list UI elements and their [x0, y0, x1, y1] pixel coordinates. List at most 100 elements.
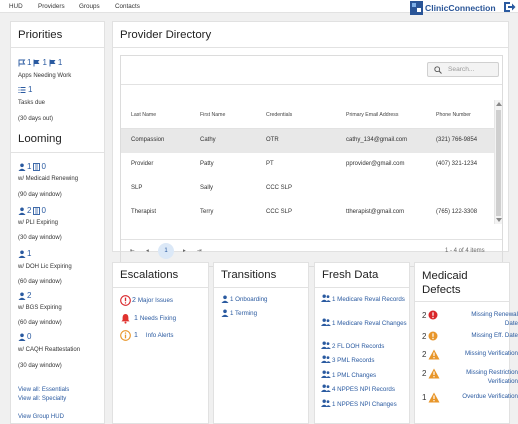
fresh-nppes-npi-records[interactable]: 4 NPPES NPI Records: [321, 384, 395, 394]
nav-providers[interactable]: Providers: [38, 3, 65, 10]
exclamation-circle-icon: [120, 295, 131, 306]
fresh-medicare-reval-records[interactable]: 1 Medicare Reval Records: [321, 294, 405, 304]
escalation-needs-fixing[interactable]: 1 Needs Fixing: [120, 313, 176, 324]
defect-missing-renewal-date[interactable]: 2 Missing Renewal Date: [422, 308, 518, 328]
nav-contacts[interactable]: Contacts: [115, 3, 140, 10]
user-icon: [18, 333, 26, 341]
doh-lic-expiring-counts[interactable]: 1: [18, 249, 31, 258]
table-row[interactable]: Compassion Cathy OTR cathy_134@gmail.com…: [121, 129, 502, 153]
flag-filled-icon: [34, 59, 40, 66]
group-count: 0: [41, 162, 46, 171]
scroll-thumb[interactable]: [496, 110, 501, 216]
search-box[interactable]: Search...: [427, 62, 499, 77]
defect-count: 2: [422, 332, 427, 341]
major-issues-count: 2: [132, 297, 136, 304]
brand-logo[interactable]: ClinicConnection: [410, 0, 496, 15]
cell-phone: (321) 766-9854: [436, 137, 478, 143]
user-icon: [18, 292, 26, 300]
next-page-icon[interactable]: ▸: [183, 248, 186, 254]
looming-title: Looming: [18, 133, 62, 145]
tasks-count-row[interactable]: 1: [18, 85, 32, 94]
transition-onboarding[interactable]: 1 Onboarding: [221, 295, 268, 303]
table-row[interactable]: Therapist Terry CCC SLP ttherapist@gmail…: [121, 201, 502, 225]
view-all-specialty-link[interactable]: View all: Specialty: [18, 396, 66, 402]
pager-info: 1 - 4 of 4 items: [445, 248, 485, 254]
bell-icon: [121, 314, 130, 324]
current-page[interactable]: 1: [158, 243, 174, 259]
column-header-last-name[interactable]: Last Name: [131, 112, 156, 118]
last-page-icon[interactable]: ⇥: [197, 248, 202, 254]
fresh-data-title: Fresh Data: [322, 269, 379, 281]
cell-last-name: Provider: [131, 161, 154, 167]
cell-first-name: Patty: [200, 161, 214, 167]
defect-count: 1: [422, 393, 427, 402]
top-nav: HUD Providers Groups Contacts ClinicConn…: [0, 0, 518, 15]
brand-name: ClinicConnection: [425, 2, 496, 13]
fresh-pml-records[interactable]: 3 PML Records: [321, 355, 374, 365]
major-issues-label: Major Issues: [137, 297, 173, 304]
table-row[interactable]: SLP Sally CCC SLP: [121, 177, 502, 201]
escalation-info-alerts[interactable]: 1 Info Alerts: [120, 330, 173, 341]
view-all-essentials-link[interactable]: View all: Essentials: [18, 387, 69, 393]
provider-grid: Search... Last Name First Name Credentia…: [120, 55, 503, 267]
fresh-medicare-reval-changes[interactable]: 1 Medicare Reval Changes: [321, 318, 407, 328]
search-input[interactable]: Search...: [448, 66, 474, 73]
logout-icon[interactable]: [503, 1, 516, 13]
scroll-up-icon[interactable]: [496, 102, 502, 106]
building-icon: [33, 206, 41, 215]
fresh-item-label: 1 NPPES NPI Changes: [332, 401, 397, 408]
defect-count: 2: [422, 311, 427, 320]
defect-missing-verification[interactable]: 2 Missing Verification: [422, 347, 518, 367]
defect-missing-restriction-verification[interactable]: 2 Missing Restriction Verification: [422, 366, 518, 386]
defect-count: 2: [422, 350, 427, 359]
first-page-icon[interactable]: ⇤: [130, 248, 135, 254]
escalations-title: Escalations: [120, 269, 179, 281]
terming-label: 1 Terming: [230, 309, 258, 317]
alert-badge-icon: [428, 331, 438, 341]
nav-groups[interactable]: Groups: [79, 3, 100, 10]
transition-terming[interactable]: 1 Terming: [221, 309, 257, 317]
looming-window: (30 day window): [18, 363, 62, 369]
transitions-title: Transitions: [221, 269, 277, 281]
defect-missing-eff-date[interactable]: 2 Missing Eff. Date: [422, 329, 518, 349]
medicaid-defects-panel: Medicaid Defects 2 Missing Renewal Date …: [414, 262, 518, 424]
fresh-pml-changes[interactable]: 1 PML Changes: [321, 370, 376, 380]
looming-window: (90 day window): [18, 192, 62, 198]
clinicconnection-logo-icon: [410, 0, 423, 15]
cell-phone: (765) 122-3308: [436, 209, 478, 215]
cell-credentials: PT: [266, 161, 274, 167]
looming-label: w/ BGS Expiring: [18, 305, 62, 311]
users-icon: [321, 294, 331, 302]
provider-directory-panel: Provider Directory Search... Last Name F…: [112, 21, 509, 267]
provider-count: 2: [27, 291, 32, 300]
medicaid-renewing-counts[interactable]: 1 0: [18, 162, 46, 171]
defect-overdue-verification[interactable]: 1 Overdue Verification: [422, 390, 518, 410]
view-group-hud-link[interactable]: View Group HUD: [18, 414, 64, 420]
caqh-reattestation-counts[interactable]: 0: [18, 332, 31, 341]
priority-flags[interactable]: 1 1 1: [18, 58, 62, 67]
cell-phone: (407) 321-1234: [436, 161, 478, 167]
escalation-major-issues[interactable]: 2 Major Issues: [120, 295, 173, 306]
fresh-fl-doh-records[interactable]: 2 FL DOH Records: [321, 341, 384, 351]
scroll-down-icon[interactable]: [496, 218, 502, 222]
nav-hud[interactable]: HUD: [9, 3, 23, 10]
defect-label: Missing Eff. Date: [471, 332, 518, 339]
table-row[interactable]: Provider Patty PT pprovider@gmail.com (4…: [121, 153, 502, 177]
column-header-phone[interactable]: Phone Number: [436, 112, 471, 118]
divider: [214, 287, 308, 288]
users-icon: [321, 355, 331, 363]
priorities-title: Priorities: [18, 29, 63, 41]
cell-email: pprovider@gmail.com: [346, 161, 405, 167]
cell-last-name: Therapist: [131, 209, 157, 215]
column-header-email[interactable]: Primary Email Address: [346, 112, 398, 118]
divider: [113, 47, 508, 48]
table-scrollbar[interactable]: [494, 100, 502, 224]
column-header-first-name[interactable]: First Name: [200, 112, 225, 118]
bgs-expiring-counts[interactable]: 2: [18, 291, 31, 300]
pli-expiring-counts[interactable]: 2 0: [18, 206, 46, 215]
column-header-credentials[interactable]: Credentials: [266, 112, 292, 118]
cell-email: ttherapist@gmail.com: [346, 209, 405, 215]
prev-page-icon[interactable]: ◂: [146, 248, 149, 254]
fresh-nppes-npi-changes[interactable]: 1 NPPES NPI Changes: [321, 399, 397, 409]
cell-email: cathy_134@gmail.com: [346, 137, 408, 143]
